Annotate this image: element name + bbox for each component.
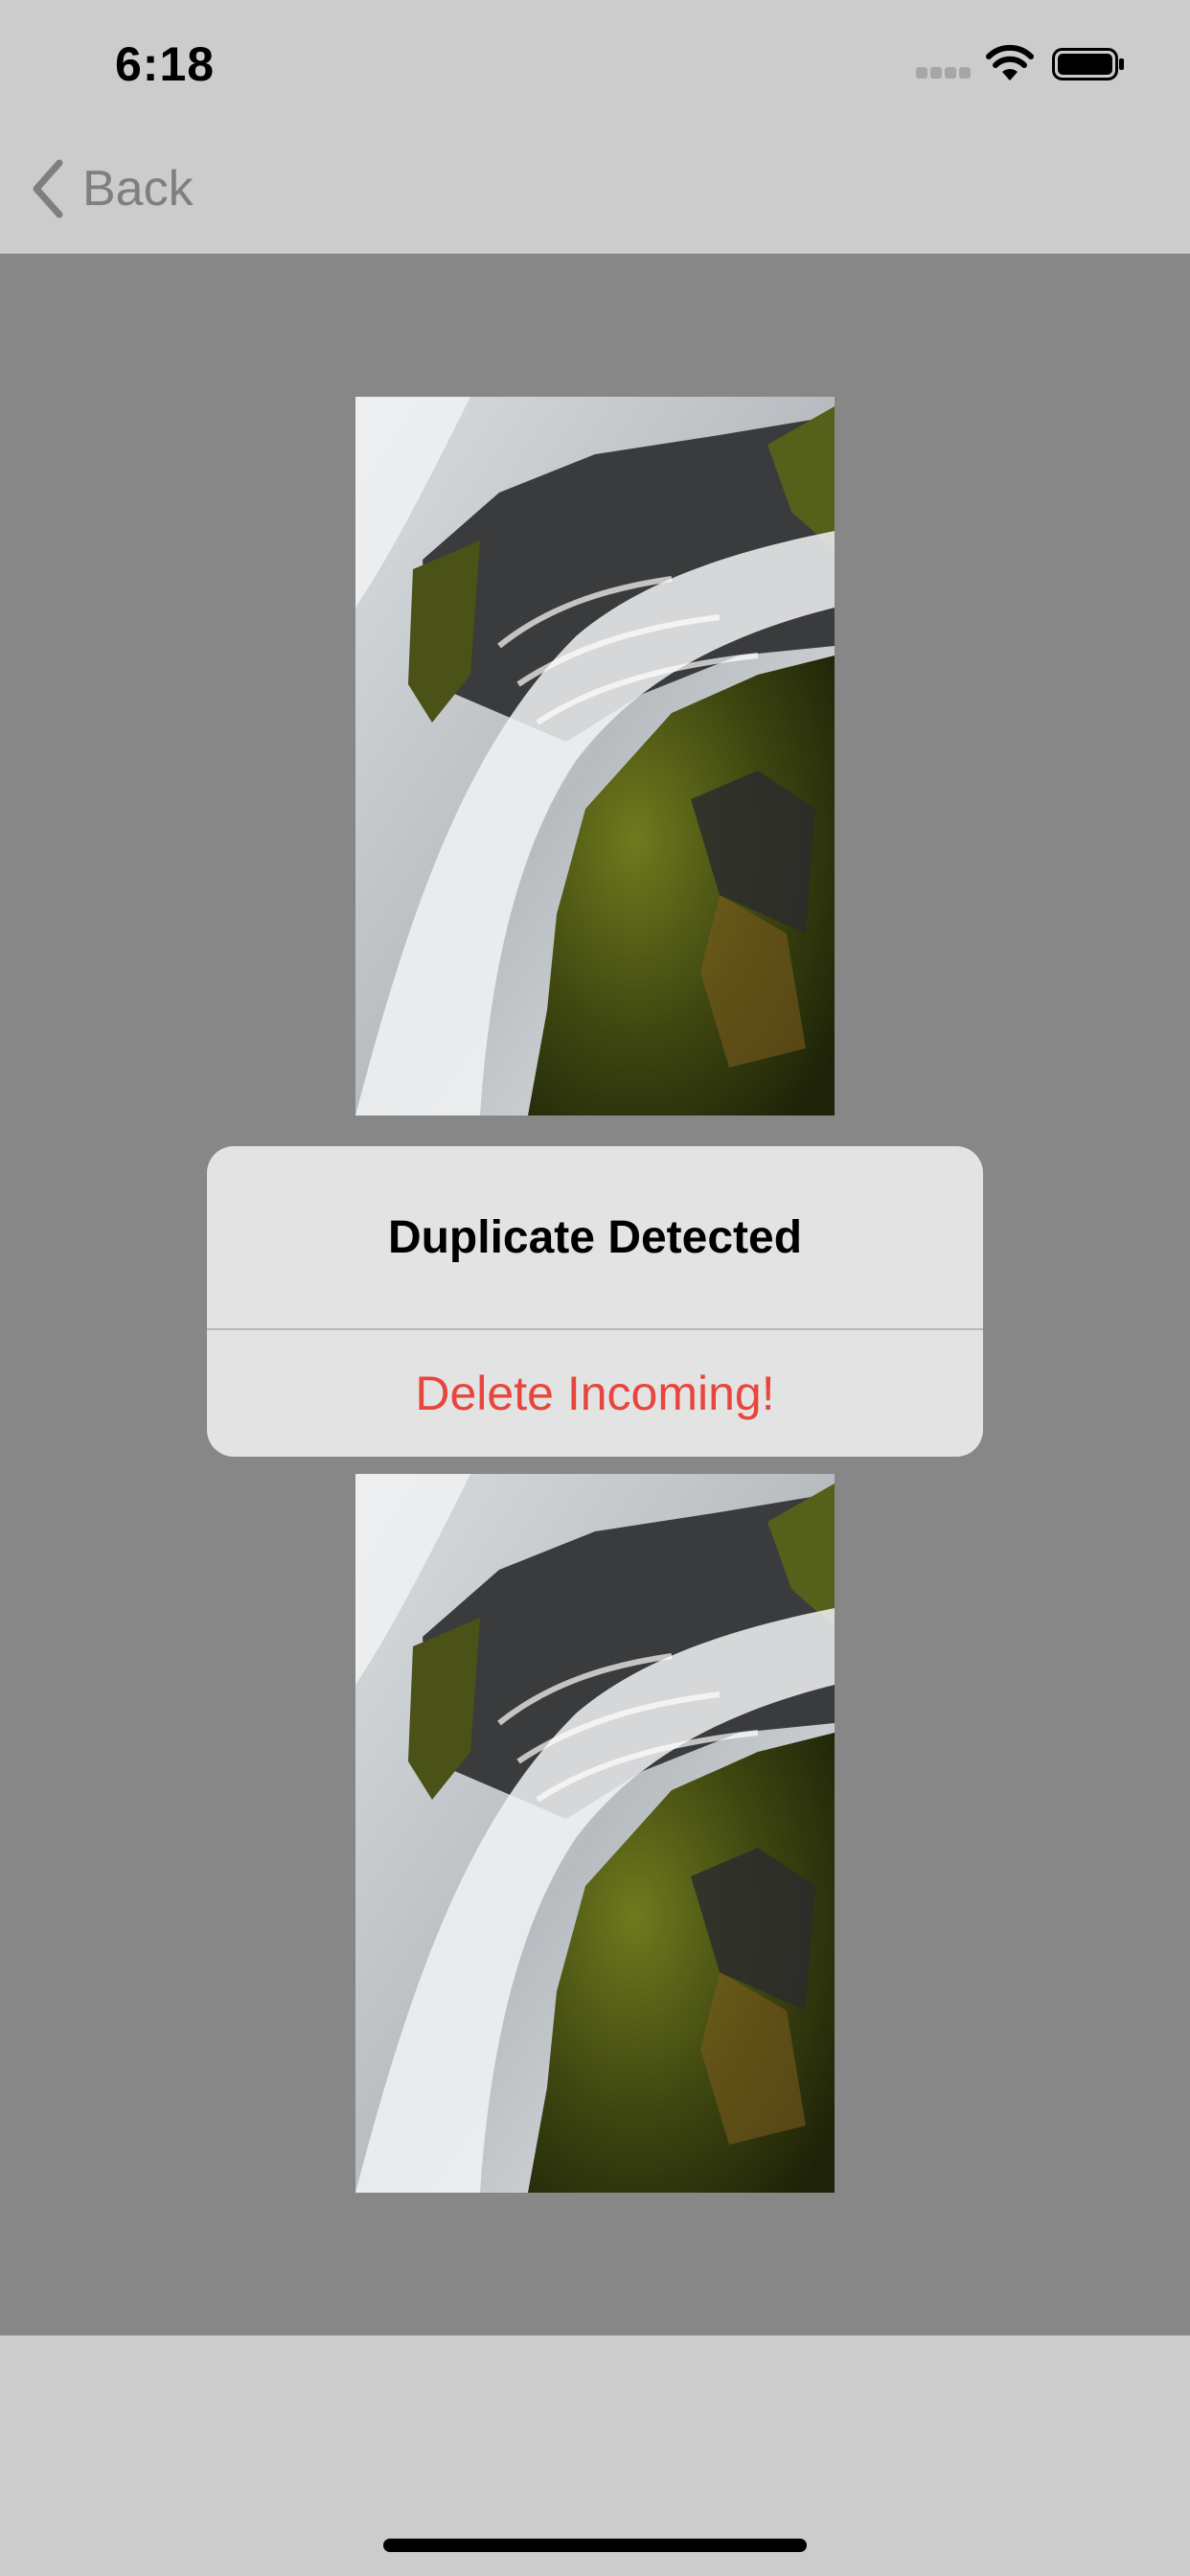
navigation-bar: Back [0,126,1190,255]
bottom-toolbar [0,2335,1190,2576]
delete-incoming-button[interactable]: Delete Incoming! [207,1330,983,1457]
cellular-signal-icon [916,67,972,79]
chevron-left-icon [33,159,63,218]
status-time: 6:18 [115,37,216,91]
original-photo [355,397,835,1116]
wifi-icon [986,44,1034,80]
back-button-label: Back [82,161,194,217]
battery-icon [1052,48,1124,80]
alert-title: Duplicate Detected [387,1211,803,1263]
back-button[interactable]: Back [31,155,194,222]
status-bar: 6:18 [0,0,1190,126]
incoming-photo [355,1474,835,2193]
duplicate-alert-dialog: Duplicate Detected Delete Incoming! [207,1146,983,1457]
home-indicator[interactable] [383,2539,807,2552]
comparison-view: Duplicate Detected Delete Incoming! [0,254,1190,2335]
